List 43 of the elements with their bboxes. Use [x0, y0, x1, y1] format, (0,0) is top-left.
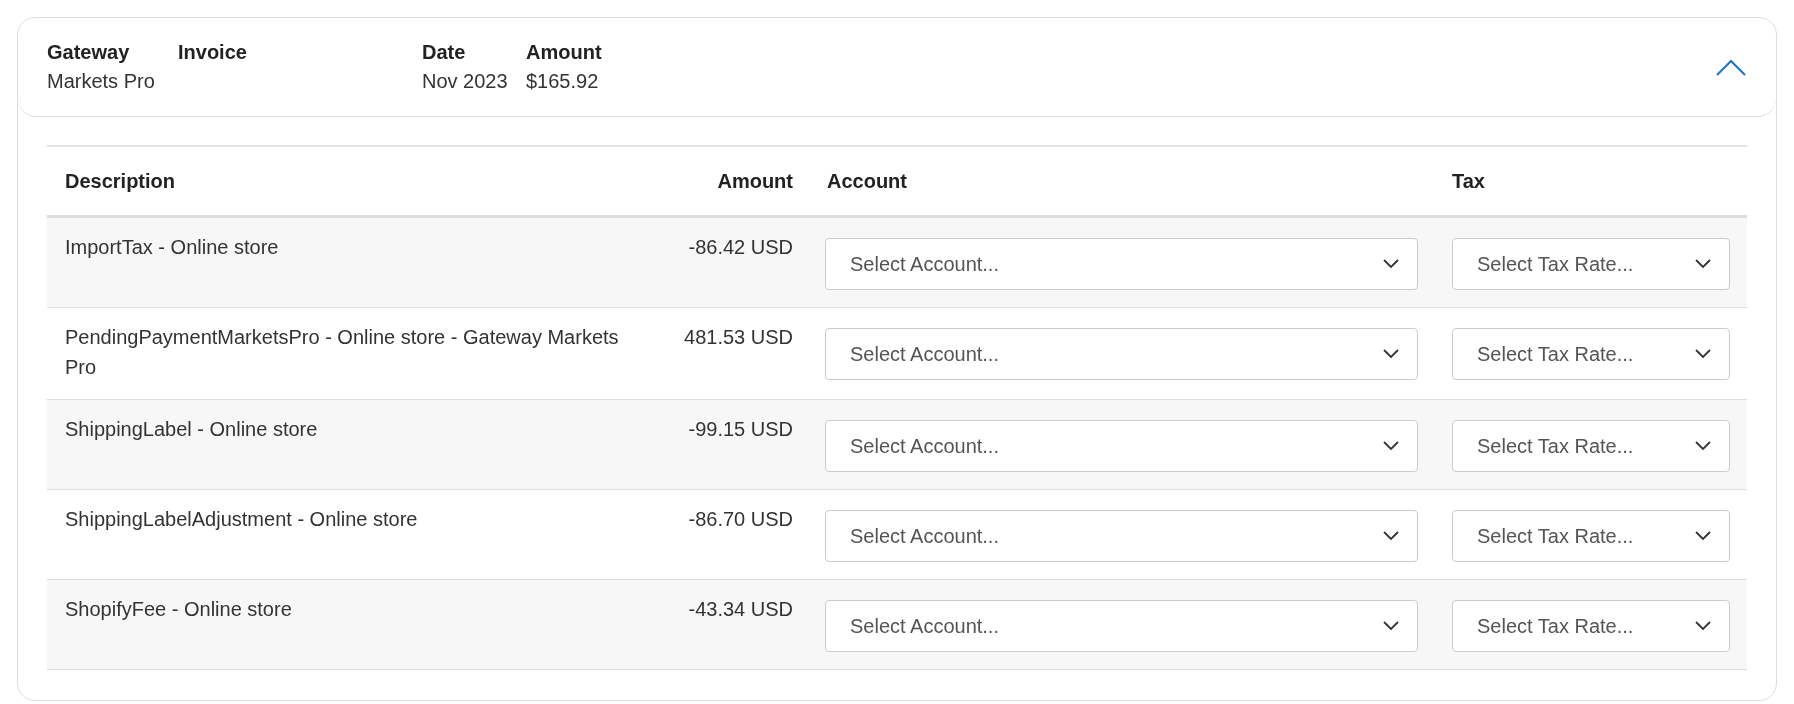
chevron-down-icon [1695, 349, 1711, 359]
collapse-button[interactable] [1716, 58, 1746, 76]
description-cell-text: PendingPaymentMarketsPro - Online store - Gateway Markets Pro [65, 325, 620, 380]
chevron-down-icon [1695, 441, 1711, 451]
chevron-down-icon [1383, 531, 1399, 541]
account-dropdown[interactable]: Select Account... [825, 328, 1418, 380]
description-cell-text: ShippingLabelAdjustment - Online store [65, 507, 419, 532]
column-header: Amount [716, 169, 793, 193]
chevron-down-icon [1383, 621, 1399, 631]
chevron-down-icon [1695, 259, 1711, 269]
field-label: Amount [526, 41, 602, 64]
tax-rate-dropdown[interactable]: Select Tax Rate... [1452, 600, 1730, 652]
account-dropdown[interactable]: Select Account... [825, 600, 1418, 652]
amount-cell-text: -43.34 USD [687, 597, 793, 622]
field-value: $165.92 [526, 70, 600, 93]
amount-cell-text: -86.42 USD [687, 235, 793, 260]
chevron-down-icon [1383, 349, 1399, 359]
description-cell-text: ShippingLabel - Online store [65, 417, 319, 442]
tax-rate-dropdown[interactable]: Select Tax Rate... [1452, 510, 1730, 562]
description-cell-text: ImportTax - Online store [65, 235, 280, 260]
amount-cell-text: 481.53 USD [683, 325, 793, 350]
column-header: Account [827, 169, 908, 193]
amount-cell-text: -99.15 USD [687, 417, 793, 442]
column-header: Tax [1452, 169, 1486, 193]
field-value: Markets Pro [47, 70, 156, 93]
chevron-down-icon [1695, 531, 1711, 541]
chevron-down-icon [1383, 441, 1399, 451]
column-header: Description [65, 169, 177, 193]
field-label: Invoice [178, 41, 248, 64]
account-dropdown[interactable]: Select Account... [825, 510, 1418, 562]
account-dropdown[interactable]: Select Account... [825, 238, 1418, 290]
tax-rate-dropdown[interactable]: Select Tax Rate... [1452, 328, 1730, 380]
tax-rate-dropdown[interactable]: Select Tax Rate... [1452, 238, 1730, 290]
account-dropdown[interactable]: Select Account... [825, 420, 1418, 472]
amount-cell-text: -86.70 USD [687, 507, 793, 532]
field-label: Gateway [47, 41, 131, 64]
tax-rate-dropdown[interactable]: Select Tax Rate... [1452, 420, 1730, 472]
chevron-down-icon [1383, 259, 1399, 269]
chevron-up-icon [1716, 58, 1746, 76]
field-value: Nov 2023 [422, 70, 509, 93]
description-cell-text: ShopifyFee - Online store [65, 597, 293, 622]
field-label: Date [422, 41, 467, 64]
chevron-down-icon [1695, 621, 1711, 631]
